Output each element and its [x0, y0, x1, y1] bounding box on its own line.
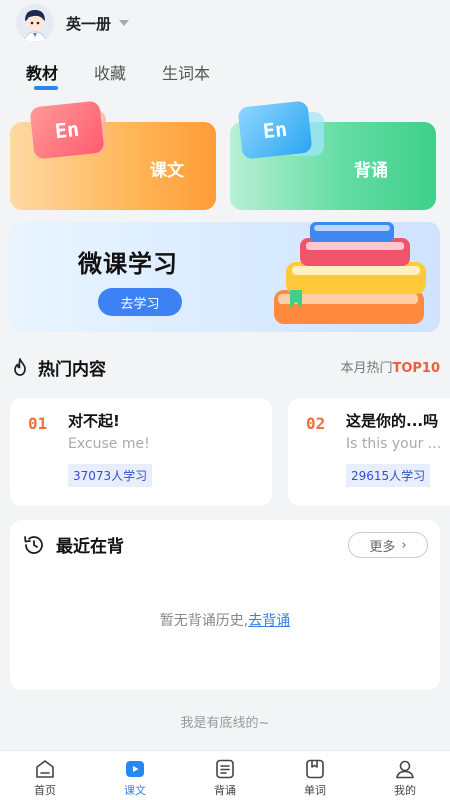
empty-history-message: 暂无背诵历史,去背诵 — [10, 610, 440, 630]
word-book-icon — [306, 759, 324, 779]
hot-top10-link[interactable]: 本月热门TOP10 — [340, 357, 440, 376]
nav-label: 背诵 — [214, 784, 236, 797]
recent-title: 最近在背 — [56, 537, 124, 557]
beisong-label: 背诵 — [354, 161, 388, 181]
recent-header: 最近在背 — [22, 532, 124, 557]
recent-section: 最近在背 更多 › 暂无背诵历史,去背诵 — [10, 520, 440, 690]
home-icon — [36, 760, 54, 778]
tab-vocab-book[interactable]: 生词本 — [162, 60, 210, 90]
top-suffix: TOP10 — [392, 361, 440, 376]
nav-lessons[interactable]: 课文 — [90, 751, 180, 800]
tab-favorites[interactable]: 收藏 — [94, 60, 126, 90]
kewen-card[interactable]: En 课文 — [10, 100, 216, 210]
more-label: 更多 — [369, 539, 396, 555]
hot-learners-badge: 37073人学习 — [68, 464, 153, 487]
caret-down-icon — [119, 20, 130, 26]
hot-learners-badge: 29615人学习 — [346, 464, 431, 487]
hot-rank: 02 — [306, 414, 326, 433]
nav-words[interactable]: 单词 — [270, 751, 360, 800]
go-recite-link[interactable]: 去背诵 — [248, 613, 290, 629]
nav-recite[interactable]: 背诵 — [180, 751, 270, 800]
end-of-list-text: 我是有底线的~ — [180, 716, 270, 731]
flame-icon — [14, 358, 26, 376]
video-icon — [126, 761, 144, 777]
chevron-right-icon: › — [401, 537, 407, 553]
micro-course-banner[interactable]: 微课学习 去学习 — [10, 222, 440, 332]
hot-chinese: 这是你的...吗 — [346, 412, 439, 430]
hot-chinese: 对不起! — [68, 412, 120, 430]
go-learn-button[interactable]: 去学习 — [98, 288, 182, 316]
en-tile-icon: En — [29, 100, 105, 160]
beisong-card[interactable]: En 背诵 — [230, 100, 436, 210]
hot-section-header: 热门内容 本月热门TOP10 — [10, 354, 440, 380]
books-illustration-icon — [274, 222, 426, 324]
book-selector[interactable]: 英一册 — [66, 13, 130, 34]
top-tabs: 教材 收藏 生词本 — [26, 60, 246, 90]
hot-english: Is this your ... — [346, 436, 442, 452]
book-name: 英一册 — [66, 14, 112, 33]
hot-rank: 01 — [28, 414, 48, 433]
hot-title: 热门内容 — [38, 359, 106, 380]
nav-label: 单词 — [304, 784, 326, 797]
banner-title: 微课学习 — [78, 250, 178, 278]
empty-text: 暂无背诵历史, — [159, 613, 249, 629]
nav-label: 我的 — [394, 784, 416, 797]
avatar[interactable] — [16, 4, 54, 42]
nav-home[interactable]: 首页 — [0, 751, 90, 800]
kewen-label: 课文 — [150, 161, 184, 181]
bottom-nav: 首页 课文 背诵 单词 我的 — [0, 750, 450, 800]
more-button[interactable]: 更多 › — [348, 532, 428, 558]
en-tile-icon: En — [237, 100, 313, 160]
hot-item-card[interactable]: 01 对不起! Excuse me! 37073人学习 — [10, 398, 272, 506]
hot-english: Excuse me! — [68, 436, 150, 452]
user-icon — [396, 760, 414, 779]
top-prefix: 本月热门 — [340, 361, 393, 376]
top-header: 英一册 — [0, 0, 450, 46]
text-doc-icon — [216, 759, 234, 779]
nav-profile[interactable]: 我的 — [360, 751, 450, 800]
hot-item-card[interactable]: 02 这是你的...吗 Is this your ... 29615人学习 — [288, 398, 450, 506]
nav-label: 首页 — [34, 784, 56, 797]
nav-label: 课文 — [124, 784, 146, 797]
tab-textbook[interactable]: 教材 — [26, 60, 59, 90]
history-clock-icon — [24, 535, 43, 554]
